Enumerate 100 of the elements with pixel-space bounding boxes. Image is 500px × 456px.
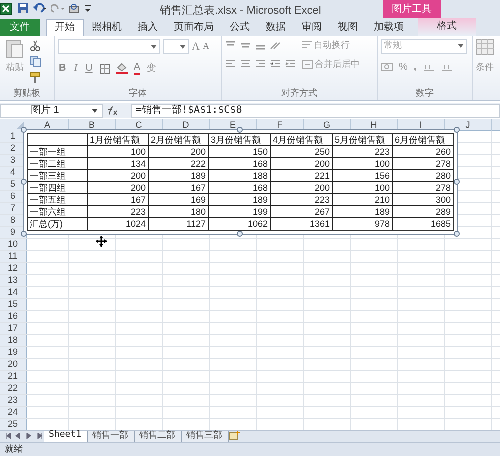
undo-icon[interactable] bbox=[33, 3, 47, 14]
ribbon-tab[interactable]: 页面布局 bbox=[166, 18, 222, 36]
row-header[interactable]: 17 bbox=[0, 323, 27, 334]
table-cell: 221 bbox=[271, 170, 333, 182]
fill-color-icon[interactable] bbox=[116, 63, 128, 74]
group-label: 数字 bbox=[415, 86, 435, 100]
decrease-indent-icon[interactable] bbox=[270, 60, 281, 70]
customize-dropdown-icon[interactable] bbox=[84, 3, 92, 14]
table-cell: 289 bbox=[393, 206, 453, 218]
ribbon-tab[interactable]: 审阅 bbox=[294, 18, 330, 36]
resize-handle[interactable] bbox=[21, 231, 27, 238]
sheet-tab[interactable]: 销售三部 bbox=[182, 430, 229, 442]
pasted-table-picture[interactable] bbox=[24, 130, 457, 234]
formula-field[interactable]: =销售一部!$A$1:$C$8 bbox=[131, 104, 500, 118]
ribbon-tab[interactable]: 文件 bbox=[0, 18, 40, 36]
ribbon-tab[interactable]: 加载项 bbox=[366, 18, 412, 36]
column-heading: 5月份销售额 bbox=[333, 134, 393, 146]
ribbon-tab[interactable]: 格式 bbox=[418, 18, 476, 36]
table-cell: 1127 bbox=[149, 218, 209, 230]
increase-indent-icon[interactable] bbox=[285, 60, 296, 70]
dropdown-arrow-icon bbox=[458, 44, 464, 48]
row-header[interactable]: 14 bbox=[0, 287, 27, 298]
save-icon[interactable] bbox=[18, 3, 29, 14]
row-header[interactable]: 15 bbox=[0, 299, 27, 310]
row-header[interactable]: 20 bbox=[0, 359, 27, 370]
resize-handle[interactable] bbox=[237, 127, 243, 134]
font-size-dropdown[interactable] bbox=[163, 39, 189, 54]
insert-sheet-icon[interactable] bbox=[228, 431, 241, 441]
table-cell: 300 bbox=[393, 194, 453, 206]
table-cell: 200 bbox=[149, 146, 209, 158]
group-label: 对齐方式 bbox=[280, 86, 318, 100]
table-cell: 一部五组 bbox=[28, 194, 88, 206]
row-header[interactable]: 23 bbox=[0, 395, 27, 406]
table-cell: 一部二组 bbox=[28, 158, 88, 170]
row-header[interactable]: 24 bbox=[0, 407, 27, 418]
ribbon-tab[interactable]: 视图 bbox=[330, 18, 366, 36]
table-cell: 一部一组 bbox=[28, 146, 88, 158]
scissors-icon[interactable] bbox=[30, 40, 41, 51]
print-preview-icon[interactable] bbox=[69, 3, 80, 14]
table-cell: 一部六组 bbox=[28, 206, 88, 218]
table-cell: 1062 bbox=[209, 218, 271, 230]
table-cell: 100 bbox=[333, 182, 393, 194]
row-header[interactable]: 18 bbox=[0, 335, 27, 346]
table-cell: 189 bbox=[209, 194, 271, 206]
resize-handle[interactable] bbox=[454, 127, 460, 134]
clipboard-icon bbox=[6, 38, 24, 59]
copy-icon[interactable] bbox=[30, 56, 44, 67]
resize-handle[interactable] bbox=[21, 127, 27, 134]
row-header[interactable]: 10 bbox=[0, 239, 27, 250]
table-cell: 汇总(万) bbox=[28, 218, 88, 230]
merge-cells-icon bbox=[302, 60, 313, 70]
currency-icon[interactable] bbox=[381, 62, 393, 72]
resize-handle[interactable] bbox=[454, 179, 460, 186]
table-cell: 223 bbox=[333, 146, 393, 158]
ribbon-tab[interactable]: 公式 bbox=[222, 18, 258, 36]
resize-handle[interactable] bbox=[237, 231, 243, 238]
align-right-icon bbox=[255, 60, 266, 70]
function-icon[interactable] bbox=[105, 106, 119, 116]
row-header[interactable]: 25 bbox=[0, 419, 27, 430]
table-cell: 189 bbox=[333, 206, 393, 218]
align-middle-icon bbox=[240, 40, 251, 50]
increase-decimal-icon[interactable] bbox=[422, 62, 435, 72]
resize-handle[interactable] bbox=[454, 231, 460, 238]
ribbon-tab[interactable]: 照相机 bbox=[84, 18, 130, 36]
name-box[interactable]: 图片 1 bbox=[0, 104, 103, 118]
row-header[interactable]: 19 bbox=[0, 347, 27, 358]
row-header[interactable]: 22 bbox=[0, 383, 27, 394]
ribbon-tab[interactable]: 开始 bbox=[46, 18, 84, 36]
row-header[interactable]: 16 bbox=[0, 311, 27, 322]
resize-handle[interactable] bbox=[21, 179, 27, 186]
ribbon-tab[interactable]: 数据 bbox=[258, 18, 294, 36]
table-cell: 199 bbox=[209, 206, 271, 218]
row-header[interactable]: 13 bbox=[0, 275, 27, 286]
dropdown-arrow-icon bbox=[151, 44, 157, 49]
table-cell: 280 bbox=[393, 170, 453, 182]
format-painter-icon[interactable] bbox=[30, 72, 42, 84]
last-sheet-icon[interactable] bbox=[36, 433, 44, 439]
table-cell: 189 bbox=[149, 170, 209, 182]
row-header[interactable]: 12 bbox=[0, 263, 27, 274]
table-cell: 223 bbox=[271, 194, 333, 206]
next-sheet-icon[interactable] bbox=[25, 433, 33, 439]
decrease-decimal-icon[interactable] bbox=[440, 62, 453, 72]
column-heading: 3月份销售额 bbox=[209, 134, 271, 146]
move-cursor-icon bbox=[96, 236, 107, 248]
align-left-icon bbox=[225, 60, 236, 70]
ribbon-tab[interactable]: 插入 bbox=[130, 18, 166, 36]
sheet-tab[interactable]: 销售二部 bbox=[134, 430, 182, 442]
select-all-icon[interactable] bbox=[0, 119, 27, 132]
table-cell: 250 bbox=[271, 146, 333, 158]
table-cell: 1024 bbox=[88, 218, 149, 230]
previous-sheet-icon[interactable] bbox=[14, 433, 22, 439]
sheet-tab[interactable]: 销售一部 bbox=[88, 430, 135, 442]
window-title: 销售汇总表.xlsx - Microsoft Excel bbox=[160, 4, 322, 19]
row-header[interactable]: 21 bbox=[0, 371, 27, 382]
row-header[interactable]: 11 bbox=[0, 251, 27, 262]
table-cell: 210 bbox=[333, 194, 393, 206]
center-icon bbox=[240, 60, 251, 70]
borders-icon[interactable] bbox=[100, 64, 110, 74]
table-cell: 188 bbox=[209, 170, 271, 182]
sheet-tab[interactable]: Sheet1 bbox=[44, 430, 88, 442]
